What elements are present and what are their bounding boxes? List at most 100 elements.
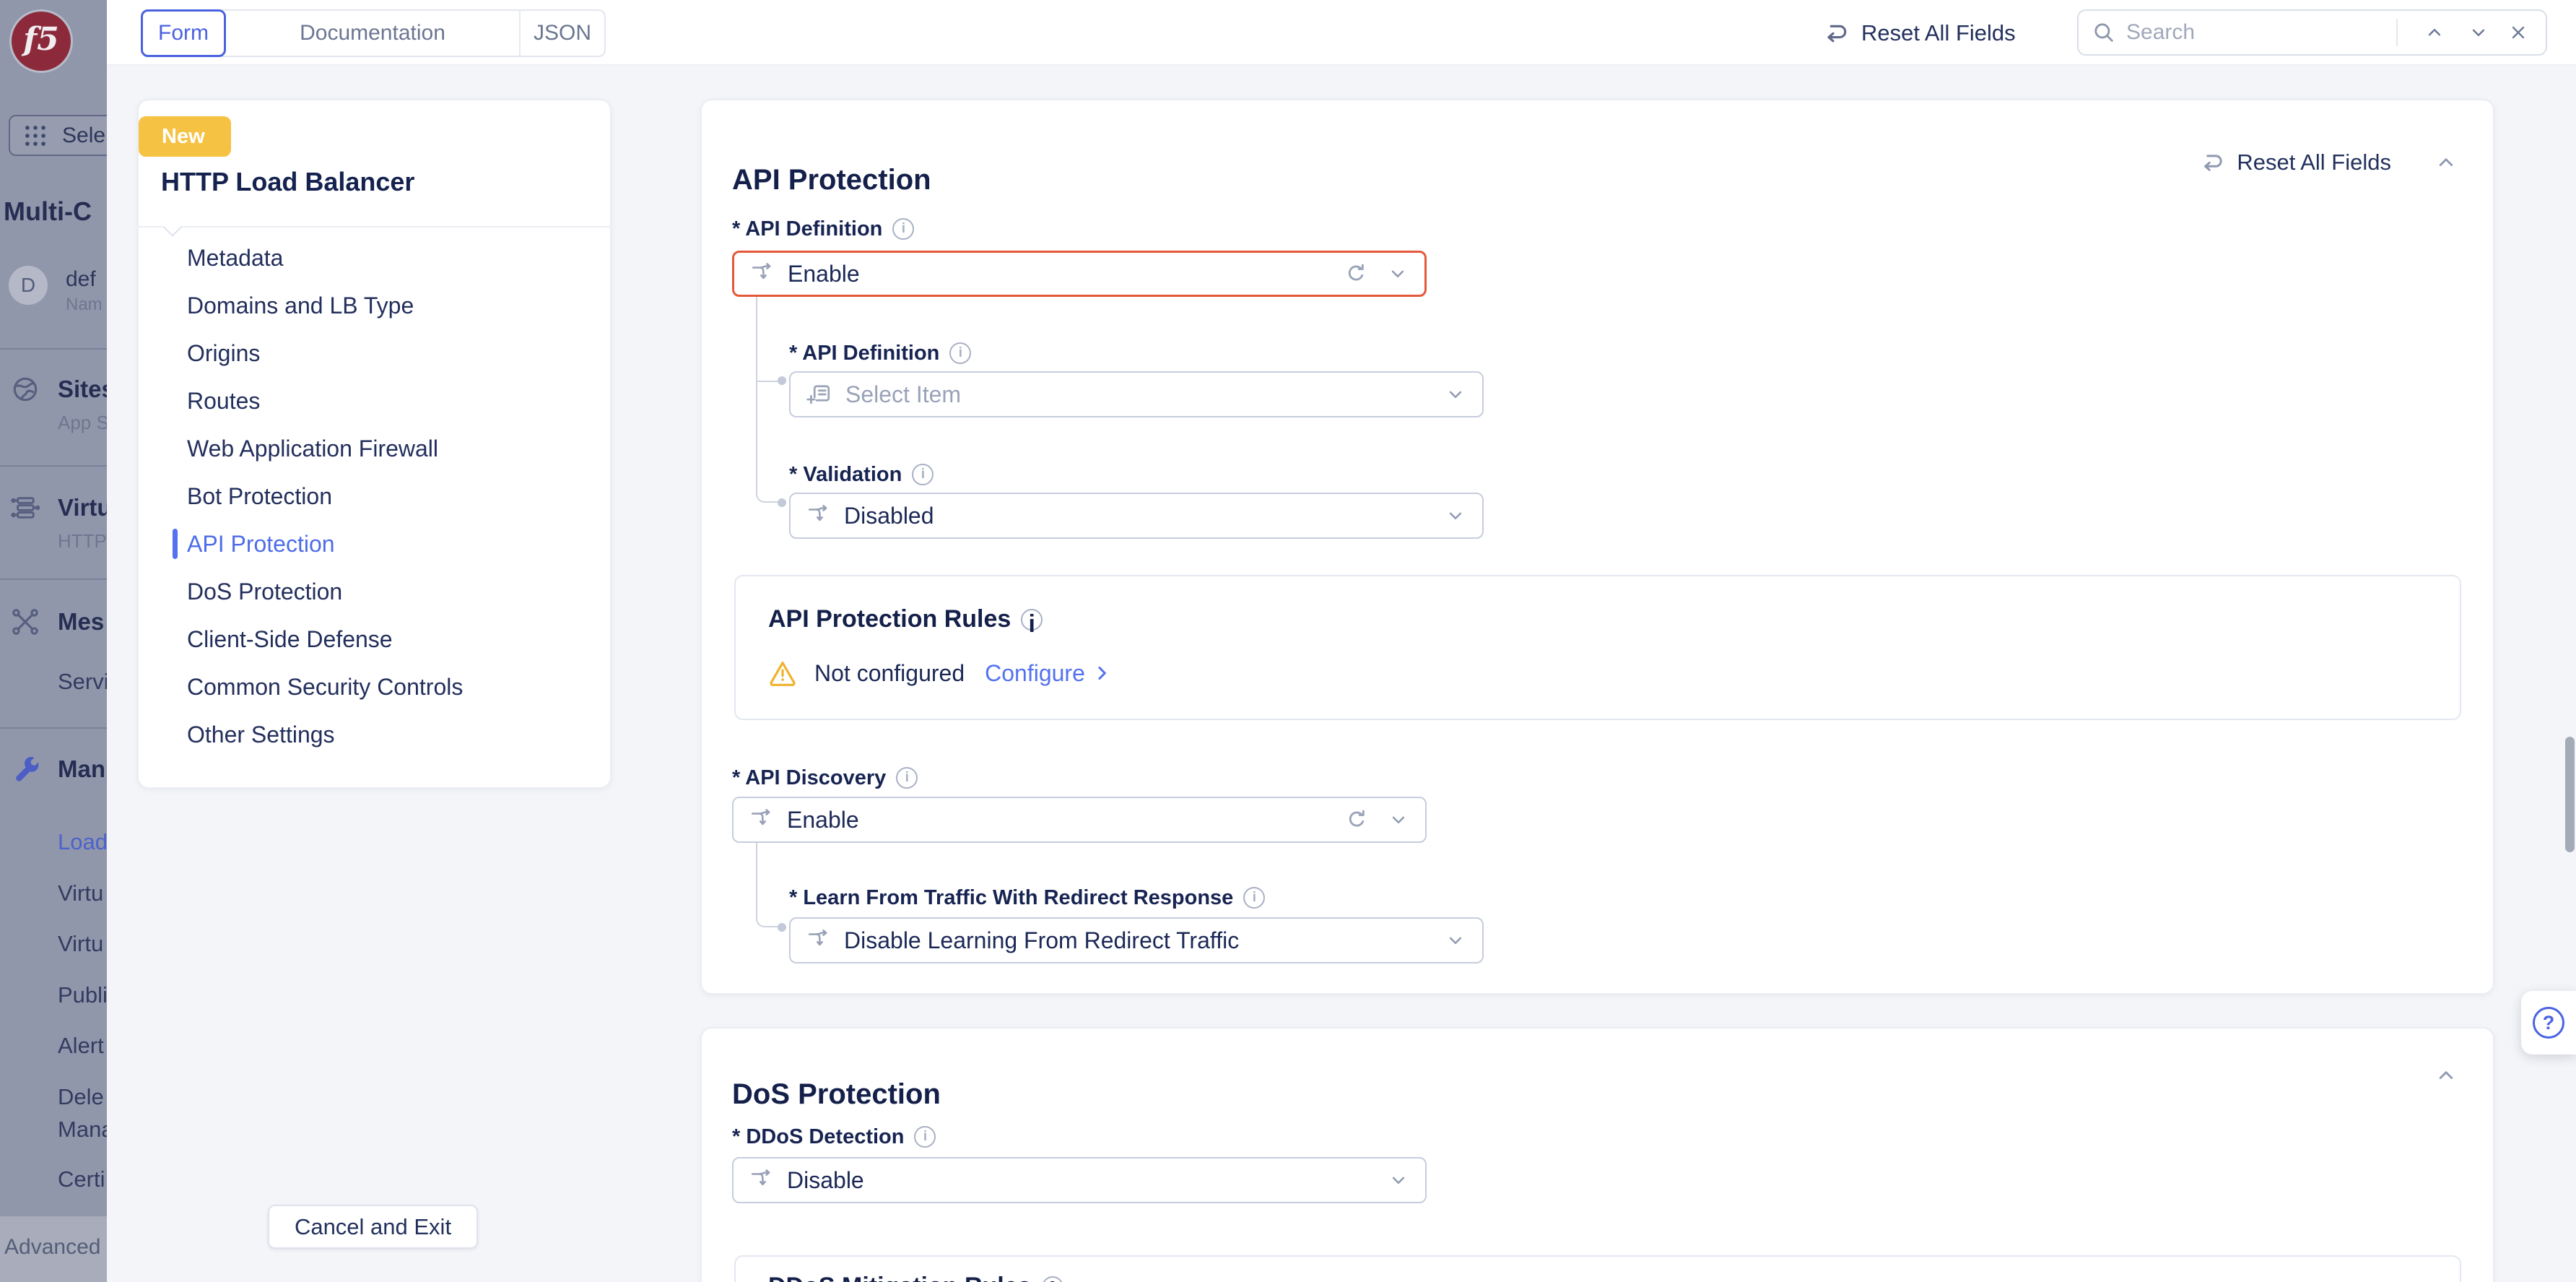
reset-icon <box>1827 25 1847 42</box>
search-clear-icon[interactable] <box>2508 22 2528 43</box>
refresh-icon[interactable] <box>1344 807 1369 832</box>
tree-connector-dot <box>778 923 786 932</box>
select-service-button[interactable]: Sele <box>9 115 107 156</box>
learn-redirect-value: Disable Learning From Redirect Traffic <box>844 927 1240 953</box>
scrollbar-thumb[interactable] <box>2565 737 2575 852</box>
api-definition-dropdown[interactable]: Enable <box>732 251 1427 297</box>
sidebar-item-mesh-child[interactable]: Servi <box>58 669 107 695</box>
f5-logo[interactable]: f5 <box>12 12 71 71</box>
wizard-step-other-settings[interactable]: Other Settings <box>139 711 610 758</box>
wizard-step-client-side-defense[interactable]: Client-Side Defense <box>139 615 610 663</box>
chevron-down-icon[interactable] <box>1387 263 1409 285</box>
sidebar-item-manage[interactable]: Man Load Virtu Virtu Publi Alert Dele Ma… <box>0 754 107 1202</box>
grid-icon <box>25 125 45 146</box>
wizard-step-dos-protection[interactable]: DoS Protection <box>139 568 610 615</box>
learn-redirect-dropdown[interactable]: Disable Learning From Redirect Traffic <box>789 917 1484 963</box>
api-protection-title: API Protection <box>732 164 931 196</box>
chevron-down-icon[interactable] <box>1388 1169 1409 1191</box>
wizard-step-common-security-controls[interactable]: Common Security Controls <box>139 663 610 711</box>
sidebar-item-certificates[interactable]: Certi <box>58 1166 105 1192</box>
info-icon[interactable] <box>914 1126 936 1148</box>
search-box[interactable] <box>2077 9 2547 56</box>
namespace-selector[interactable]: D def Nam <box>0 260 107 318</box>
ddos-mitigation-rules-title: DDoS Mitigation Rules <box>768 1273 1032 1282</box>
search-input[interactable] <box>2125 20 2396 46</box>
chevron-down-icon[interactable] <box>1388 809 1409 831</box>
tab-documentation[interactable]: Documentation <box>226 11 519 56</box>
console-sidebar: f5 Sele Multi-C D def Nam Sites App S <box>0 0 107 1282</box>
learn-redirect-label: * Learn From Traffic With Redirect Respo… <box>789 885 1234 909</box>
chevron-right-icon[interactable] <box>1091 662 1113 684</box>
ddos-detection-dropdown[interactable]: Disable <box>732 1157 1427 1203</box>
search-next-icon[interactable] <box>2468 22 2489 43</box>
info-icon[interactable] <box>949 342 972 364</box>
sidebar-item-virtual-sites[interactable]: Virtu <box>58 931 103 957</box>
reset-all-fields-label: Reset All Fields <box>1861 20 2016 46</box>
tab-json[interactable]: JSON <box>519 11 604 56</box>
tree-connector-dot <box>778 376 786 385</box>
rules-status: Not configured <box>814 659 965 686</box>
sidebar-item-manage-label: Man <box>58 755 105 782</box>
search-divider <box>2396 19 2398 46</box>
info-icon[interactable] <box>1021 608 1043 631</box>
tree-connector <box>756 917 779 927</box>
api-definition-value: Enable <box>788 260 860 287</box>
tab-form[interactable]: Form <box>141 9 226 57</box>
chevron-down-icon[interactable] <box>1445 930 1466 951</box>
search-prev-icon[interactable] <box>2424 22 2445 43</box>
info-icon[interactable] <box>896 767 918 789</box>
wizard-step-waf[interactable]: Web Application Firewall <box>139 425 610 472</box>
sidebar-item-load-balancers[interactable]: Load <box>58 829 107 855</box>
wizard-nav-card: New HTTP Load Balancer Metadata Domains … <box>137 99 612 789</box>
validation-dropdown[interactable]: Disabled <box>789 493 1484 539</box>
cancel-and-exit-button[interactable]: Cancel and Exit <box>268 1205 478 1249</box>
configure-link[interactable]: Configure <box>985 660 1085 687</box>
section-reset-all-fields-button[interactable]: Reset All Fields <box>2201 150 2391 176</box>
sidebar-item-virtual-hosts[interactable]: Virtu <box>58 880 103 906</box>
help-button[interactable] <box>2521 991 2576 1054</box>
sidebar-item-sites[interactable]: Sites App S <box>0 374 107 439</box>
chevron-down-icon[interactable] <box>1445 384 1466 405</box>
collapse-section-icon[interactable] <box>2434 1063 2458 1088</box>
api-protection-rules-box: API Protection Rules Not configured Conf… <box>734 575 2461 720</box>
wrench-icon <box>16 756 39 781</box>
wizard-step-domains-lb-type[interactable]: Domains and LB Type <box>139 282 610 329</box>
sidebar-item-delegated[interactable]: Dele <box>58 1084 104 1110</box>
ddos-detection-value: Disable <box>787 1166 864 1193</box>
api-definition-select-dropdown[interactable]: Select Item <box>789 371 1484 417</box>
api-protection-section: API Protection Reset All Fields * API De… <box>700 99 2494 995</box>
wizard-step-bot-protection[interactable]: Bot Protection <box>139 472 610 520</box>
sidebar-item-sites-label: Sites <box>58 376 107 402</box>
collapse-section-icon[interactable] <box>2434 150 2458 175</box>
sidebar-item-mesh[interactable]: Mes Servi <box>0 607 107 715</box>
info-icon[interactable] <box>1243 887 1266 909</box>
wizard-step-origins[interactable]: Origins <box>139 329 610 377</box>
workspace-title: Multi-C <box>4 196 92 226</box>
wizard-step-metadata[interactable]: Metadata <box>139 234 610 282</box>
sidebar-item-alerts[interactable]: Alert <box>58 1033 104 1059</box>
api-discovery-dropdown[interactable]: Enable <box>732 797 1427 843</box>
info-icon[interactable] <box>1041 1275 1063 1282</box>
f5-distributed-cloud-console: f5 Sele Multi-C D def Nam Sites App S <box>0 0 2576 1282</box>
refresh-icon[interactable] <box>1344 261 1368 286</box>
api-definition-label: * API Definition <box>732 217 883 241</box>
info-icon[interactable] <box>912 464 934 485</box>
reset-all-fields-button[interactable]: Reset All Fields <box>1824 0 2016 66</box>
select-service-label: Sele <box>62 123 106 147</box>
mesh-icon <box>12 609 38 635</box>
sidebar-item-virtual[interactable]: Virtu HTTP <box>0 493 107 558</box>
branch-icon <box>752 263 771 280</box>
api-definition-select-placeholder: Select Item <box>845 381 962 407</box>
wizard-title: HTTP Load Balancer <box>161 167 415 196</box>
wizard-step-api-protection[interactable]: API Protection <box>139 520 610 568</box>
validation-label: * Validation <box>789 462 902 486</box>
sidebar-advanced-footer[interactable]: Advanced <box>0 1216 107 1282</box>
sidebar-item-published[interactable]: Publi <box>58 982 107 1008</box>
sidebar-item-virtual-sub: HTTP <box>58 530 107 552</box>
api-protection-rules-title: API Protection Rules <box>768 605 1011 633</box>
wizard-step-routes[interactable]: Routes <box>139 377 610 425</box>
chevron-down-icon[interactable] <box>1445 505 1466 527</box>
sidebar-item-delegated-line2[interactable]: Mana <box>58 1117 107 1143</box>
globe-icon <box>13 377 38 402</box>
info-icon[interactable] <box>892 218 915 240</box>
